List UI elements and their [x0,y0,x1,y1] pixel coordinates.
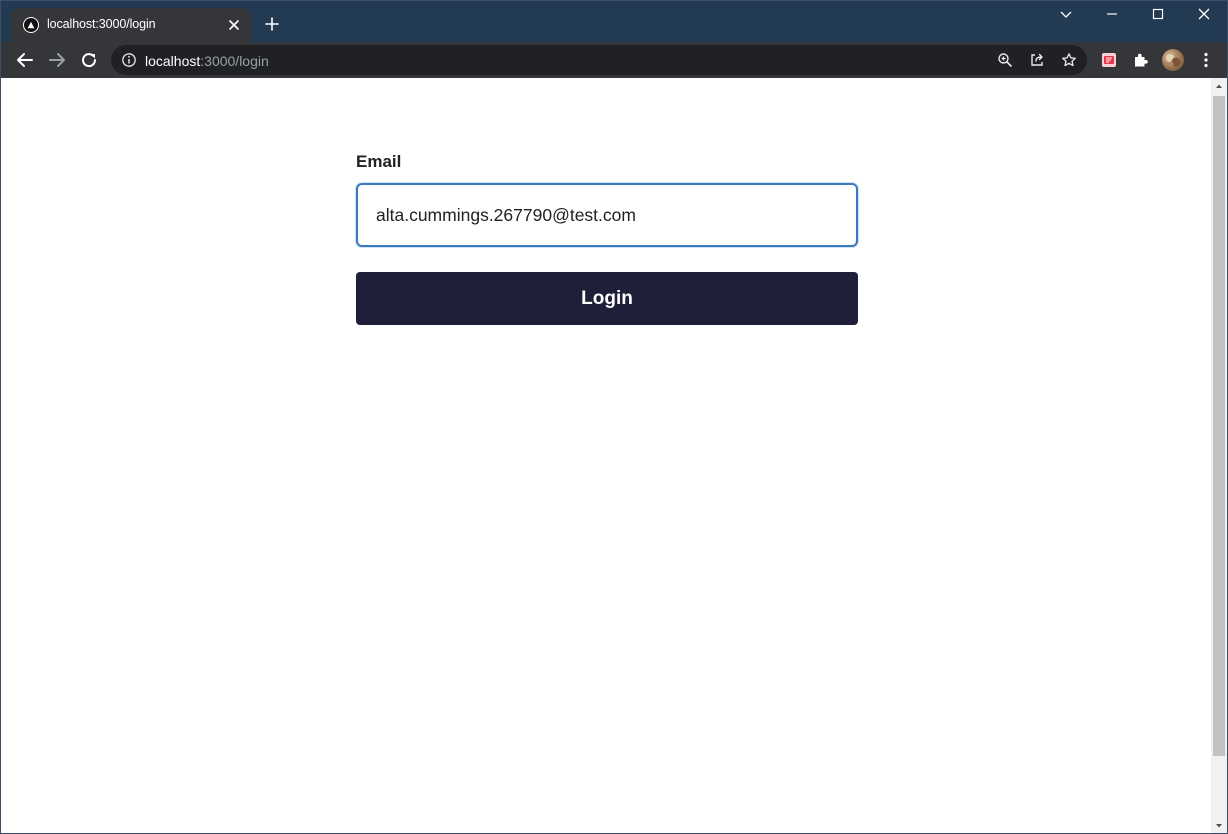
scroll-up-icon[interactable] [1211,78,1227,94]
address-bar[interactable]: localhost:3000/login [111,45,1087,75]
info-icon[interactable] [121,52,137,68]
close-window-icon[interactable] [1195,5,1213,23]
scroll-down-icon[interactable] [1211,818,1227,833]
url-text: localhost:3000/login [145,53,269,69]
maximize-icon[interactable] [1149,5,1167,23]
browser-window: localhost:3000/login localhost:3000/logi… [0,0,1228,834]
pdf-extension-icon[interactable] [1099,50,1119,70]
plus-icon[interactable] [263,15,281,33]
title-bar: localhost:3000/login [1,1,1227,42]
scrollbar-thumb[interactable] [1213,96,1225,756]
puzzle-icon[interactable] [1131,50,1151,70]
url-path: :3000/login [200,53,269,69]
login-button[interactable]: Login [356,272,858,325]
star-icon[interactable] [1061,52,1077,68]
arrow-right-icon[interactable] [47,50,67,70]
scrollbar[interactable] [1211,78,1227,833]
zoom-icon[interactable] [997,52,1013,68]
email-label: Email [356,152,402,171]
arrow-left-icon[interactable] [15,50,35,70]
browser-toolbar: localhost:3000/login [1,42,1227,78]
share-icon[interactable] [1029,52,1045,68]
email-field[interactable] [356,183,858,247]
browser-tab[interactable]: localhost:3000/login [11,8,251,42]
kebab-menu-icon[interactable] [1196,50,1216,70]
url-host: localhost [145,53,201,69]
tab-title: localhost:3000/login [47,17,156,31]
page-content: Email Login [1,78,1211,833]
minimize-icon[interactable] [1103,5,1121,23]
nextjs-triangle-icon [23,17,39,33]
reload-icon[interactable] [79,50,99,70]
avatar[interactable] [1162,49,1184,71]
close-icon[interactable] [225,16,243,34]
chevron-down-icon[interactable] [1057,5,1075,23]
